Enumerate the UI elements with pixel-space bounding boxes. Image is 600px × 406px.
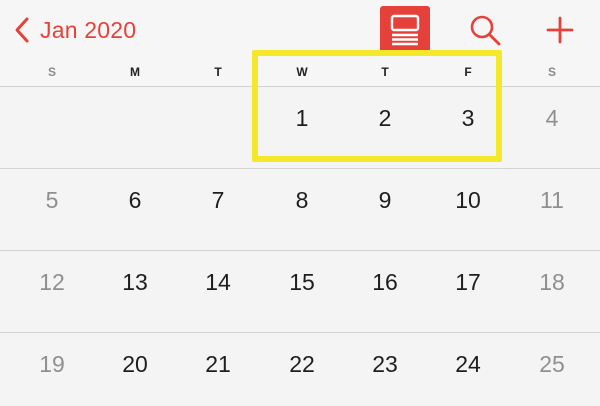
weekday-label: T (214, 65, 222, 79)
day-cell[interactable]: 19 (22, 351, 82, 378)
list-view-icon (390, 14, 420, 46)
day-cell[interactable]: 10 (438, 187, 498, 214)
day-cell[interactable]: 3 (438, 105, 498, 132)
month-grid: 1 2 3 4 5 6 7 8 9 10 11 12 13 14 15 16 1… (0, 86, 600, 406)
day-cell[interactable]: 23 (355, 351, 415, 378)
day-cell[interactable]: 8 (272, 187, 332, 214)
day-cell[interactable]: 17 (438, 269, 498, 296)
day-cell[interactable]: 12 (22, 269, 82, 296)
day-cell[interactable]: 9 (355, 187, 415, 214)
day-cell[interactable]: 21 (188, 351, 248, 378)
week-row: 1 2 3 4 (0, 86, 600, 168)
weekday-label: S (47, 65, 56, 79)
month-title: Jan 2020 (40, 16, 137, 43)
day-cell[interactable]: 15 (272, 269, 332, 296)
weekday-label: W (296, 65, 308, 79)
day-cell[interactable]: 4 (522, 105, 582, 132)
day-cell[interactable]: 1 (272, 105, 332, 132)
day-cell[interactable]: 25 (522, 351, 582, 378)
navigation-bar: Jan 2020 (0, 0, 600, 58)
week-row: 5 6 7 8 9 10 11 (0, 168, 600, 250)
weekday-label: M (130, 65, 140, 79)
search-icon (470, 15, 501, 46)
day-cell[interactable]: 16 (355, 269, 415, 296)
day-cell[interactable]: 6 (105, 187, 165, 214)
weekday-header: S M T W T F S (0, 58, 600, 86)
back-button[interactable]: Jan 2020 (12, 14, 136, 46)
day-cell[interactable]: 18 (522, 269, 582, 296)
add-event-button[interactable] (540, 10, 580, 50)
day-cell[interactable]: 13 (105, 269, 165, 296)
week-row: 19 20 21 22 23 24 25 (0, 332, 600, 406)
weekday-label: F (464, 65, 472, 79)
day-cell[interactable]: 11 (522, 187, 582, 214)
day-cell[interactable]: 5 (22, 187, 82, 214)
day-cell[interactable]: 24 (438, 351, 498, 378)
weekday-label: T (381, 65, 389, 79)
weekday-label: S (547, 65, 556, 79)
day-cell[interactable]: 14 (188, 269, 248, 296)
search-button[interactable] (465, 10, 505, 50)
day-cell[interactable]: 7 (188, 187, 248, 214)
chevron-left-icon (15, 17, 29, 43)
day-cell[interactable]: 2 (355, 105, 415, 132)
day-cell[interactable]: 22 (272, 351, 332, 378)
week-row: 12 13 14 15 16 17 18 (0, 250, 600, 332)
day-cell[interactable]: 20 (105, 351, 165, 378)
plus-icon (546, 16, 574, 44)
list-view-button[interactable] (380, 6, 430, 54)
